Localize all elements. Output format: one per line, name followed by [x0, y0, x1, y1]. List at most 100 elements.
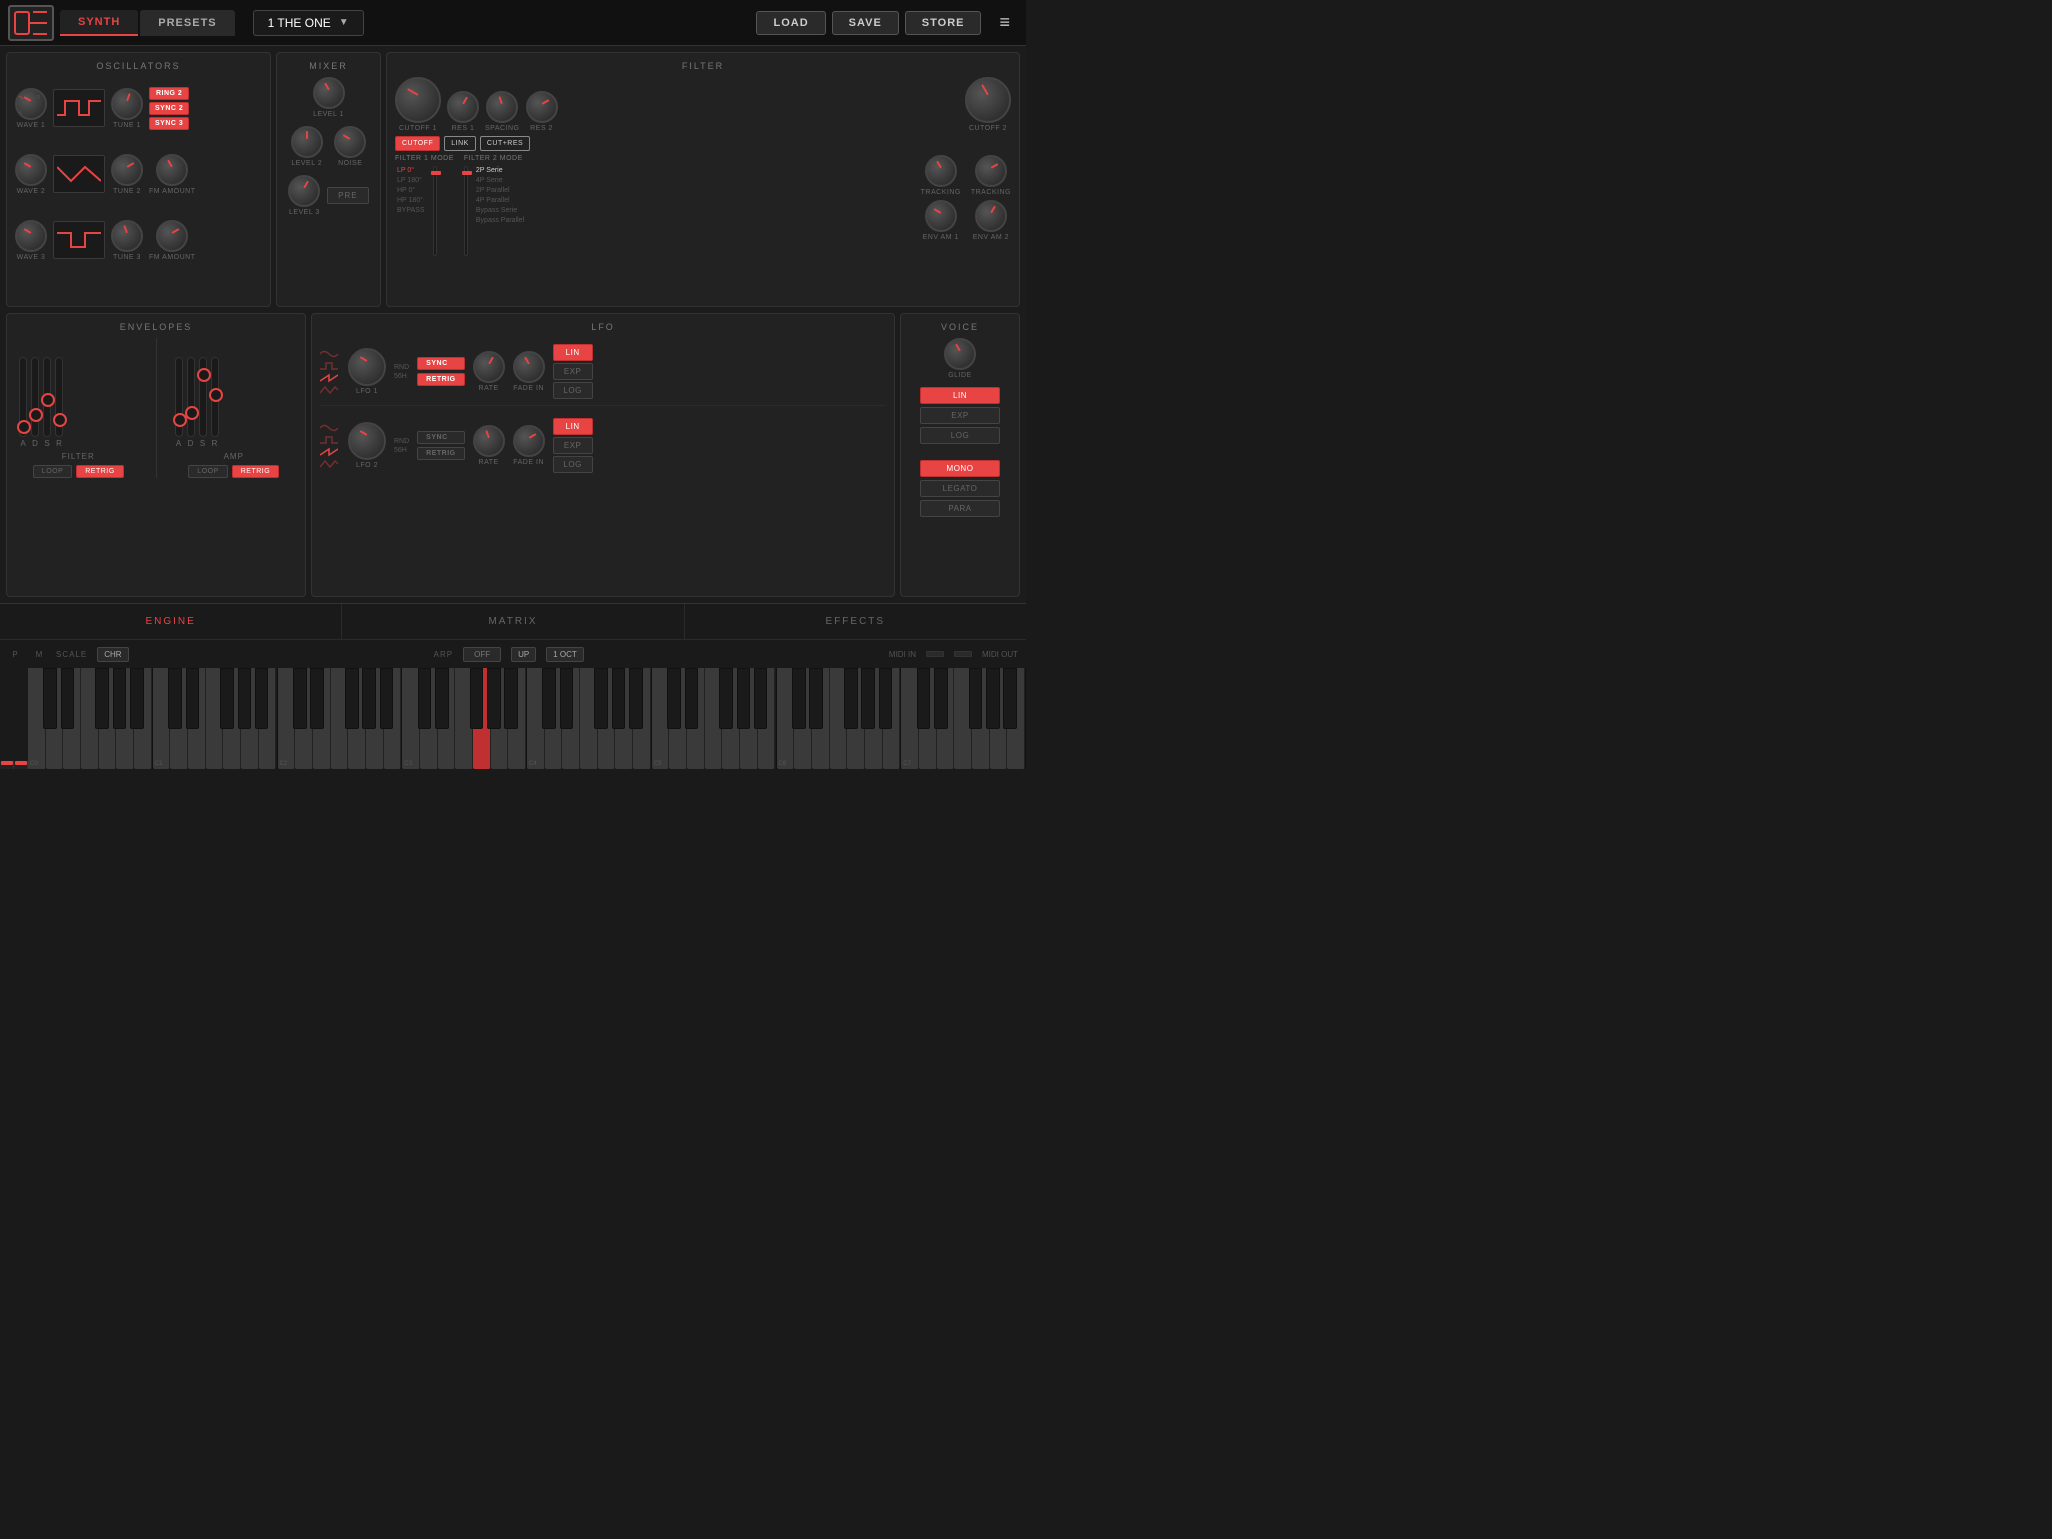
tab-matrix[interactable]: MATRIX — [342, 604, 684, 639]
cutres-btn[interactable]: CUT+RES — [480, 136, 530, 151]
key-cs1[interactable] — [168, 668, 182, 729]
filter1-opt-hp0[interactable]: HP 0° — [395, 186, 427, 195]
key-cs5[interactable] — [667, 668, 681, 729]
key-cs6[interactable] — [792, 668, 806, 729]
cutoff2-knob[interactable] — [965, 77, 1011, 123]
p-button[interactable]: P — [8, 650, 22, 659]
key-ds1[interactable] — [186, 668, 200, 729]
lfo2-retrig-btn[interactable]: RETRIG — [417, 447, 464, 460]
lfo2-exp-btn[interactable]: EXP — [553, 437, 593, 454]
wave2-knob[interactable] — [15, 154, 47, 186]
amp-r-track[interactable] — [211, 357, 219, 437]
key-fs3[interactable] — [470, 668, 484, 729]
amp-retrig-btn[interactable]: RETRIG — [232, 465, 279, 478]
voice-lin-btn[interactable]: LIN — [920, 387, 1000, 404]
lfo2-main-knob[interactable] — [348, 422, 386, 460]
link-btn[interactable]: LINK — [444, 136, 476, 151]
filter1-opt-hp180[interactable]: HP 180° — [395, 196, 427, 205]
pre-button[interactable]: PRE — [327, 187, 368, 204]
wave1-knob[interactable]: ∿⊓∿ — [15, 88, 47, 120]
key-ds7[interactable] — [934, 668, 948, 729]
tune2-knob[interactable] — [111, 154, 143, 186]
level2-knob[interactable] — [291, 126, 323, 158]
para-btn[interactable]: PARA — [920, 500, 1000, 517]
key-fs7[interactable] — [969, 668, 983, 729]
arp-oct-select[interactable]: 1 OCT — [546, 647, 584, 662]
key-as0[interactable] — [130, 668, 144, 729]
key-gs6[interactable] — [861, 668, 875, 729]
lfo1-lin-btn[interactable]: LIN — [553, 344, 593, 361]
filter-a-track[interactable] — [19, 357, 27, 437]
key-gs5[interactable] — [737, 668, 751, 729]
load-button[interactable]: LOAD — [756, 11, 825, 35]
cutoff1-knob[interactable] — [395, 77, 441, 123]
lfo1-wave-sin[interactable] — [320, 349, 338, 359]
lfo2-lin-btn[interactable]: LIN — [553, 418, 593, 435]
level3-knob[interactable] — [288, 175, 320, 207]
save-button[interactable]: SAVE — [832, 11, 899, 35]
lfo1-main-knob[interactable] — [348, 348, 386, 386]
lfo1-log-btn[interactable]: LOG — [553, 382, 593, 399]
key-fs5[interactable] — [719, 668, 733, 729]
store-button[interactable]: STORE — [905, 11, 982, 35]
filter2-opt-4pserie[interactable]: 4P Serie — [474, 176, 526, 185]
glide-knob[interactable] — [944, 338, 976, 370]
lfo1-wave-square[interactable] — [320, 361, 338, 371]
amp-a-track[interactable] — [175, 357, 183, 437]
filter1-opt-lp0[interactable]: LP 0° — [395, 166, 427, 175]
key-as5[interactable] — [754, 668, 768, 729]
preset-name-display[interactable]: 1 THE ONE ▼ — [253, 10, 364, 36]
key-ds4[interactable] — [560, 668, 574, 729]
key-cs0[interactable] — [43, 668, 57, 729]
filter2-opt-bypassparallel[interactable]: Bypass Parallel — [474, 216, 526, 225]
key-ds2[interactable] — [310, 668, 324, 729]
key-ds5[interactable] — [685, 668, 699, 729]
m-button[interactable]: M — [32, 650, 46, 659]
key-gs0[interactable] — [113, 668, 127, 729]
amp-s-track[interactable] — [199, 357, 207, 437]
tracking2-knob[interactable] — [975, 155, 1007, 187]
key-ds6[interactable] — [809, 668, 823, 729]
filter1-opt-lp180[interactable]: LP 180° — [395, 176, 427, 185]
pitch-bend-left[interactable] — [0, 761, 14, 769]
tab-effects[interactable]: EFFECTS — [685, 604, 1026, 639]
amp-d-track[interactable] — [187, 357, 195, 437]
key-gs3[interactable] — [487, 668, 501, 729]
wave3-knob[interactable] — [15, 220, 47, 252]
lfo1-retrig-btn[interactable]: RETRIG — [417, 373, 464, 386]
key-fs4[interactable] — [594, 668, 608, 729]
filter-retrig-btn[interactable]: RETRIG — [76, 465, 123, 478]
filter-loop-btn[interactable]: LOOP — [33, 465, 72, 478]
key-as2[interactable] — [380, 668, 394, 729]
lfo1-rate-knob[interactable] — [473, 351, 505, 383]
lfo2-wave-sin[interactable] — [320, 423, 338, 433]
envam1-knob[interactable] — [925, 200, 957, 232]
scale-select[interactable]: CHR — [97, 647, 128, 662]
key-as4[interactable] — [629, 668, 643, 729]
lfo2-sync-btn[interactable]: SYNC — [417, 431, 464, 444]
lfo2-wave-saw[interactable] — [320, 447, 338, 457]
lfo2-fade-knob[interactable] — [513, 425, 545, 457]
fm2-knob[interactable] — [156, 220, 188, 252]
filter2-slider[interactable] — [464, 166, 468, 256]
key-fs0[interactable] — [95, 668, 109, 729]
menu-button[interactable]: ≡ — [991, 8, 1018, 37]
key-cs3[interactable] — [418, 668, 432, 729]
arp-off-btn[interactable]: OFF — [463, 647, 501, 662]
key-as6[interactable] — [879, 668, 893, 729]
lfo1-sync-btn[interactable]: SYNC — [417, 357, 464, 370]
ring2-btn[interactable]: RING 2 — [149, 87, 189, 100]
filter-r-track[interactable] — [55, 357, 63, 437]
tune3-knob[interactable] — [111, 220, 143, 252]
key-as1[interactable] — [255, 668, 269, 729]
key-gs4[interactable] — [612, 668, 626, 729]
filter2-opt-bypassserie[interactable]: Bypass Serie — [474, 206, 526, 215]
res2-knob[interactable] — [526, 91, 558, 123]
key-fs6[interactable] — [844, 668, 858, 729]
lfo2-wave-square[interactable] — [320, 435, 338, 445]
lfo2-rate-knob[interactable] — [473, 425, 505, 457]
lfo1-wave-saw[interactable] — [320, 373, 338, 383]
sync3-btn[interactable]: SYNC 3 — [149, 117, 189, 130]
filter2-opt-2pparallel[interactable]: 2P Parallel — [474, 186, 526, 195]
key-gs1[interactable] — [238, 668, 252, 729]
